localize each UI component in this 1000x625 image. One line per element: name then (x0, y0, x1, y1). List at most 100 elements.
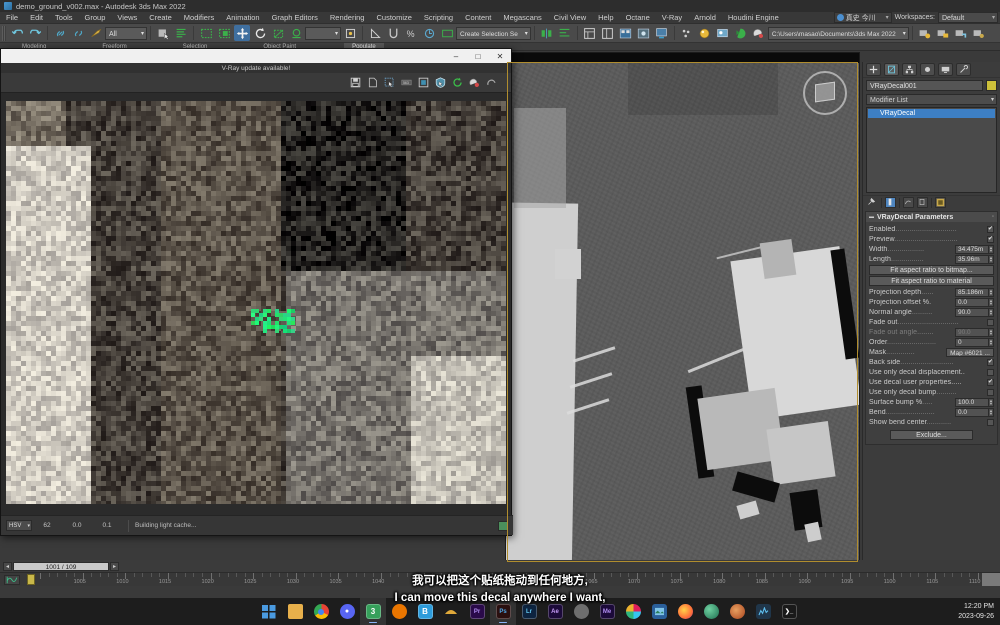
duplicate-buffer-icon[interactable] (416, 75, 431, 90)
color-mode-dropdown[interactable]: HSV (6, 520, 32, 532)
select-by-name-icon[interactable] (173, 25, 189, 41)
param-spinner[interactable]: ▲▼ (955, 254, 994, 264)
menu-item-scripting[interactable]: Scripting (418, 12, 459, 24)
spinner-arrows-icon[interactable]: ▲ ▼ (989, 287, 994, 297)
color-pick-icon[interactable] (467, 75, 482, 90)
param-spinner[interactable]: ▲▼ (955, 244, 994, 254)
param-checkbox[interactable] (987, 378, 994, 386)
rollout-header[interactable]: ▬ VRayDecal Parameters ▫ (866, 212, 997, 222)
modify-tab[interactable] (884, 63, 899, 76)
select-and-link-icon[interactable] (52, 25, 68, 41)
next-frame-button[interactable]: ▸ (110, 561, 119, 571)
spinner-arrows-icon[interactable]: ▲ ▼ (989, 244, 994, 254)
reference-coordinate-combo[interactable] (305, 26, 341, 41)
render-setup-icon[interactable] (715, 25, 731, 41)
current-frame-field[interactable]: 1001 / 109 (13, 561, 109, 571)
param-checkbox[interactable] (987, 235, 994, 243)
spinner-arrows-icon[interactable]: ▲ ▼ (989, 307, 994, 317)
spinner-arrows-icon[interactable]: ▲ ▼ (989, 397, 994, 407)
menu-item-civil-view[interactable]: Civil View (548, 12, 592, 24)
spinner-arrows-icon[interactable]: ▲ ▼ (989, 337, 994, 347)
param-button-fit-aspect-ratio-to-material[interactable]: Fit aspect ratio to material (869, 276, 994, 286)
menu-item-megascans[interactable]: Megascans (497, 12, 547, 24)
region-render-icon[interactable] (382, 75, 397, 90)
project-path-combo[interactable]: C:\Users\masao\Documents\3ds Max 2022 (767, 26, 909, 41)
render-production-icon[interactable] (751, 25, 767, 41)
motion-tab[interactable] (920, 63, 935, 76)
param-spinner[interactable]: ▲▼ (955, 397, 994, 407)
pin-stack-icon[interactable] (867, 197, 878, 208)
snaps-toggle-icon[interactable] (385, 25, 401, 41)
spinner-snap-icon[interactable] (421, 25, 437, 41)
menu-item-help[interactable]: Help (592, 12, 619, 24)
schematic-view-icon[interactable] (636, 25, 652, 41)
param-spinner[interactable]: ▲▼ (955, 297, 994, 307)
param-checkbox[interactable] (987, 388, 994, 396)
select-object-icon[interactable] (155, 25, 171, 41)
user-account-dropdown[interactable]: 真史 今川 ▾ (833, 12, 892, 23)
configure-modifier-sets-icon[interactable] (935, 197, 946, 208)
menu-item-group[interactable]: Group (79, 12, 112, 24)
param-map-button[interactable]: Map #6021 ... (946, 347, 994, 357)
menu-item-customize[interactable]: Customize (370, 12, 417, 24)
select-and-move-icon[interactable] (234, 25, 250, 41)
param-value-field[interactable] (955, 407, 989, 417)
menu-item-v-ray[interactable]: V-Ray (656, 12, 688, 24)
modifier-stack-item[interactable]: VRayDecal (868, 109, 995, 118)
save-raw-icon[interactable] (365, 75, 380, 90)
spinner-arrows-icon[interactable]: ▲ ▼ (989, 327, 994, 337)
curve-editor-icon[interactable] (618, 25, 634, 41)
refresh-icon[interactable] (450, 75, 465, 90)
make-unique-icon[interactable] (903, 197, 914, 208)
param-checkbox[interactable] (987, 368, 994, 376)
menu-item-modifiers[interactable]: Modifiers (178, 12, 220, 24)
bridge-settings-icon[interactable] (971, 25, 987, 41)
utilities-tab[interactable] (956, 63, 971, 76)
unlink-selection-icon[interactable] (70, 25, 86, 41)
rollout-pin-icon[interactable]: ▫ (992, 214, 994, 220)
menu-item-animation[interactable]: Animation (220, 12, 265, 24)
vfb-update-notice[interactable]: V-Ray update available! (1, 63, 511, 73)
menu-item-file[interactable]: File (0, 12, 24, 24)
menu-item-views[interactable]: Views (111, 12, 143, 24)
modifier-stack[interactable]: VRayDecal (866, 107, 997, 193)
param-value-field[interactable] (955, 254, 989, 264)
param-value-field[interactable] (955, 244, 989, 254)
param-value-field[interactable] (955, 297, 989, 307)
modifier-list-dropdown[interactable]: Modifier List (866, 94, 997, 106)
menu-item-graph-editors[interactable]: Graph Editors (266, 12, 324, 24)
menu-item-tools[interactable]: Tools (49, 12, 79, 24)
select-and-place-icon[interactable] (288, 25, 304, 41)
menu-item-rendering[interactable]: Rendering (324, 12, 371, 24)
menu-item-create[interactable]: Create (143, 12, 178, 24)
param-checkbox[interactable] (987, 358, 994, 366)
undo-icon[interactable] (9, 25, 25, 41)
param-spinner[interactable]: ▲▼ (955, 337, 994, 347)
spinner-arrows-icon[interactable]: ▲ ▼ (989, 407, 994, 417)
workspace-value[interactable]: Default (938, 12, 998, 24)
vfb-log-icon[interactable] (498, 520, 508, 531)
param-spinner[interactable]: ▲▼ (955, 287, 994, 297)
workspace-selector[interactable]: Workspaces: Default (895, 12, 998, 24)
pivot-center-icon[interactable] (342, 25, 358, 41)
layer-explorer-icon[interactable] (582, 25, 598, 41)
resolution-icon[interactable]: 563 (399, 75, 414, 90)
vfb-rendered-image[interactable] (6, 101, 506, 504)
param-value-field[interactable] (955, 307, 989, 317)
edit-named-selection-icon[interactable] (439, 25, 455, 41)
menu-item-edit[interactable]: Edit (24, 12, 49, 24)
window-crossing-icon[interactable] (216, 25, 232, 41)
bridge-link-icon[interactable] (953, 25, 969, 41)
vray-frame-buffer-window[interactable]: – □ ✕ V-Ray update available! 563 HSV 62… (0, 48, 513, 536)
rectangular-selection-region-icon[interactable] (198, 25, 214, 41)
spinner-arrows-icon[interactable]: ▲ ▼ (989, 254, 994, 264)
param-checkbox[interactable] (987, 418, 994, 426)
param-value-field[interactable] (955, 397, 989, 407)
align-icon[interactable] (557, 25, 573, 41)
create-selection-set-combo[interactable]: Create Selection Se (456, 26, 531, 41)
prev-frame-button[interactable]: ◂ (3, 561, 12, 571)
bridge-export-icon[interactable] (917, 25, 933, 41)
select-and-scale-icon[interactable] (270, 25, 286, 41)
menu-item-octane[interactable]: Octane (620, 12, 656, 24)
particle-view-icon[interactable] (679, 25, 695, 41)
